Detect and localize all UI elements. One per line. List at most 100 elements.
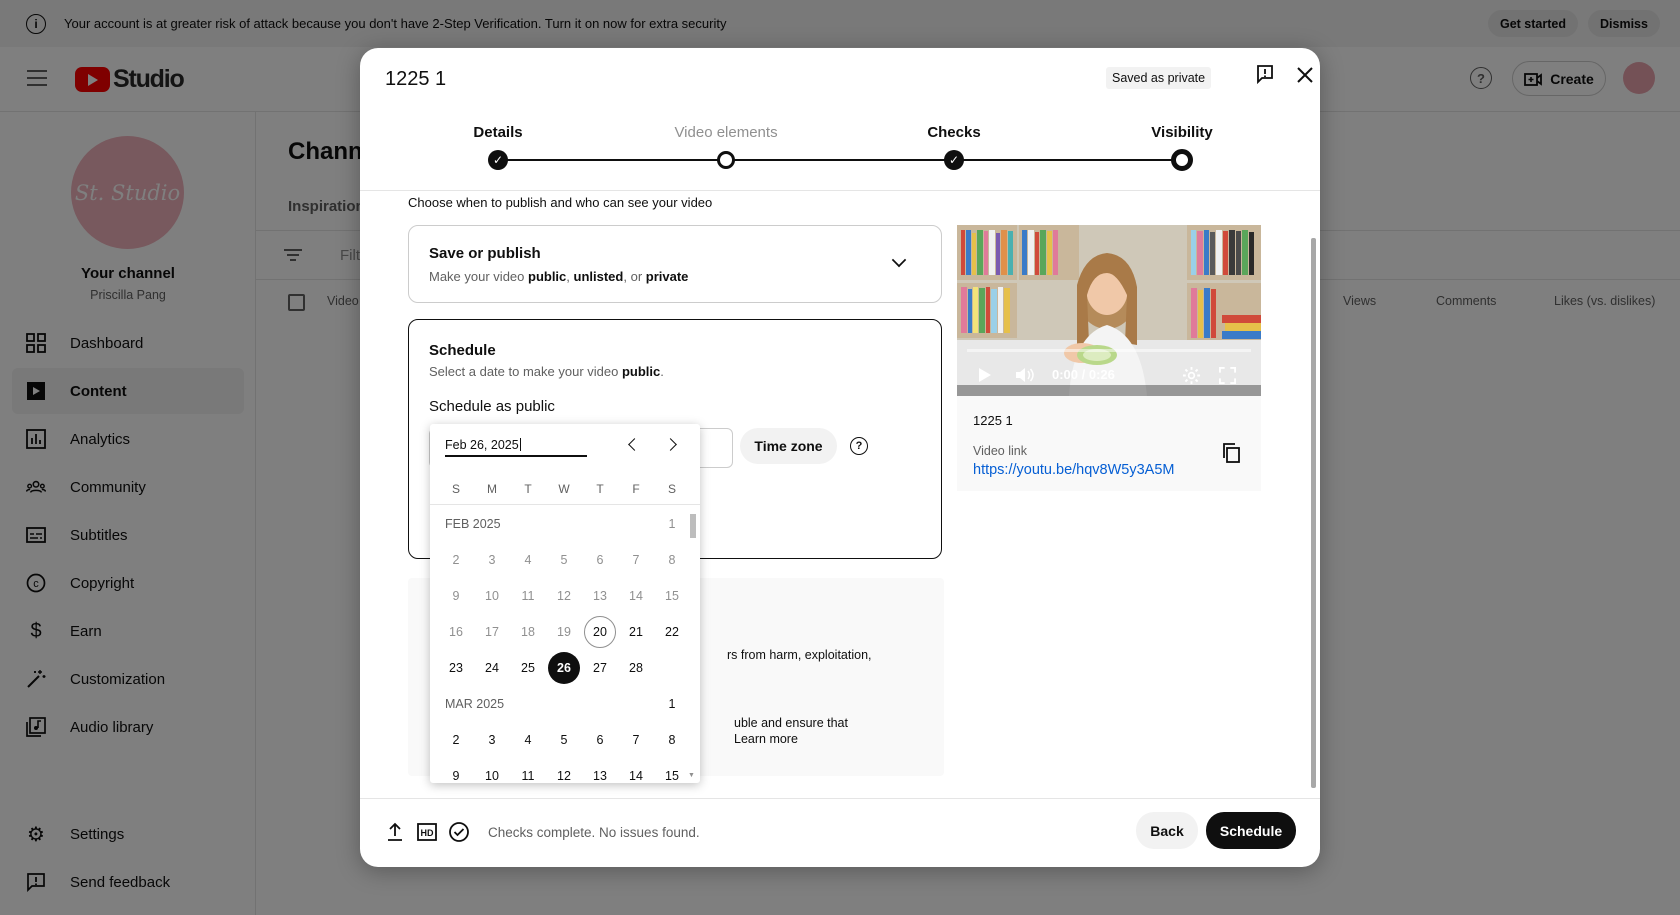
calendar-day[interactable]: 15 xyxy=(656,580,688,612)
play-icon[interactable] xyxy=(977,367,993,383)
notice-line-2: uble and ensure that xyxy=(734,716,848,730)
next-month-icon[interactable] xyxy=(664,438,677,451)
calendar-day[interactable]: 9 xyxy=(440,760,472,783)
video-link[interactable]: https://youtu.be/hqv8W5y3A5M xyxy=(973,462,1175,478)
step-video-elements[interactable]: Video elements xyxy=(674,124,777,141)
calendar-scrollbar[interactable] xyxy=(690,514,696,538)
calendar-day[interactable]: 17 xyxy=(476,616,508,648)
save-or-publish-subtitle: Make your video public, unlisted, or pri… xyxy=(429,269,689,284)
calendar-day[interactable]: 28 xyxy=(620,652,652,684)
calendar-day[interactable]: 4 xyxy=(512,544,544,576)
checks-status: Checks complete. No issues found. xyxy=(488,825,700,840)
calendar-day[interactable]: 1 xyxy=(656,508,688,540)
schedule-heading: Schedule xyxy=(429,342,496,359)
schedule-subtitle: Select a date to make your video public. xyxy=(429,364,664,379)
stepper-track xyxy=(498,159,1182,161)
weekday-label: S xyxy=(451,482,460,496)
calendar-day[interactable]: 18 xyxy=(512,616,544,648)
weekday-label: W xyxy=(558,482,570,496)
step-details-check-icon[interactable]: ✓ xyxy=(488,150,508,170)
notice-line-1: rs from harm, exploitation, xyxy=(727,648,872,662)
schedule-as-public-label: Schedule as public xyxy=(429,398,555,415)
date-input[interactable]: Feb 26, 2025 xyxy=(445,431,587,457)
calendar-day[interactable]: 15 xyxy=(656,760,688,783)
copy-icon[interactable] xyxy=(1222,443,1240,463)
schedule-button[interactable]: Schedule xyxy=(1206,812,1296,849)
close-icon[interactable] xyxy=(1296,66,1314,84)
dialog-footer: HD Checks complete. No issues found. Bac… xyxy=(360,798,1320,867)
calendar-day[interactable]: 12 xyxy=(548,760,580,783)
calendar-day[interactable]: 10 xyxy=(476,760,508,783)
learn-more-link[interactable]: Learn more xyxy=(734,732,798,746)
calendar-day[interactable]: 25 xyxy=(512,652,544,684)
calendar-day[interactable]: 8 xyxy=(656,544,688,576)
calendar-day[interactable]: 8 xyxy=(656,724,688,756)
calendar-day[interactable]: 3 xyxy=(476,544,508,576)
calendar-day[interactable]: 21 xyxy=(620,616,652,648)
save-or-publish-heading: Save or publish xyxy=(429,245,541,262)
time-zone-button[interactable]: Time zone xyxy=(740,428,837,464)
weekday-label: S xyxy=(667,482,676,496)
chevron-down-icon[interactable] xyxy=(891,252,907,268)
calendar-day[interactable]: 24 xyxy=(476,652,508,684)
calendar-day[interactable]: 13 xyxy=(584,760,616,783)
calendar-day[interactable]: 2 xyxy=(440,724,472,756)
hd-icon: HD xyxy=(417,823,437,841)
calendar-day[interactable]: 23 xyxy=(440,652,472,684)
weekday-label: M xyxy=(487,482,497,496)
video-time: 0:00 / 0:26 xyxy=(1052,367,1115,382)
weekday-divider xyxy=(430,504,700,505)
upload-icon xyxy=(388,822,402,841)
calendar-day[interactable]: 11 xyxy=(512,760,544,783)
video-link-label: Video link xyxy=(973,444,1027,458)
calendar-day[interactable]: 5 xyxy=(548,724,580,756)
video-title: 1225 1 xyxy=(973,413,1013,428)
back-button[interactable]: Back xyxy=(1136,812,1198,849)
calendar-day[interactable]: 20 xyxy=(584,616,616,648)
save-or-publish-card[interactable]: Save or publish Make your video public, … xyxy=(408,225,942,303)
calendar-day[interactable]: 2 xyxy=(440,544,472,576)
calendar-day[interactable]: 14 xyxy=(620,580,652,612)
calendar-day[interactable]: 11 xyxy=(512,580,544,612)
calendar-day[interactable]: 7 xyxy=(620,544,652,576)
calendar-day[interactable]: 19 xyxy=(548,616,580,648)
weekday-label: T xyxy=(524,482,532,496)
gear-icon[interactable] xyxy=(1182,366,1201,385)
calendar-day[interactable]: 10 xyxy=(476,580,508,612)
calendar-day[interactable]: 6 xyxy=(584,724,616,756)
report-issue-icon[interactable] xyxy=(1256,65,1274,85)
weekday-label: F xyxy=(632,482,640,496)
calendar-day[interactable]: 13 xyxy=(584,580,616,612)
step-video-elements-dot[interactable] xyxy=(717,151,735,169)
previous-month-icon[interactable] xyxy=(628,438,641,451)
step-visibility-dot[interactable] xyxy=(1171,149,1193,171)
calendar-day[interactable]: 14 xyxy=(620,760,652,783)
calendar-day[interactable]: 4 xyxy=(512,724,544,756)
help-icon[interactable]: ? xyxy=(850,437,868,455)
fullscreen-icon[interactable] xyxy=(1219,367,1236,384)
calendar-day[interactable]: 22 xyxy=(656,616,688,648)
calendar-day[interactable]: 16 xyxy=(440,616,472,648)
calendar-day[interactable]: 12 xyxy=(548,580,580,612)
weekday-label: T xyxy=(596,482,604,496)
upload-stepper: 1225 1 Saved as private Details Video el… xyxy=(360,48,1320,191)
step-details[interactable]: Details xyxy=(473,124,522,141)
calendar-day[interactable]: 6 xyxy=(584,544,616,576)
dialog-scrollbar[interactable] xyxy=(1310,202,1316,788)
calendar-day[interactable]: 26 xyxy=(548,652,580,684)
calendar-day[interactable]: 3 xyxy=(476,724,508,756)
calendar-day[interactable]: 1 xyxy=(656,688,688,720)
step-checks-check-icon[interactable]: ✓ xyxy=(944,150,964,170)
scroll-down-icon[interactable]: ▼ xyxy=(688,772,695,779)
video-preview-card: 0:00 / 0:26 1225 1 Video link https://yo… xyxy=(957,225,1261,491)
step-visibility[interactable]: Visibility xyxy=(1151,124,1212,141)
svg-text:HD: HD xyxy=(421,828,434,838)
calendar-day[interactable]: 27 xyxy=(584,652,616,684)
volume-icon[interactable] xyxy=(1015,367,1035,383)
calendar-day[interactable]: 9 xyxy=(440,580,472,612)
video-player[interactable]: 0:00 / 0:26 xyxy=(957,225,1261,396)
calendar-day[interactable]: 7 xyxy=(620,724,652,756)
dialog-title: 1225 1 xyxy=(385,68,447,90)
calendar-day[interactable]: 5 xyxy=(548,544,580,576)
step-checks[interactable]: Checks xyxy=(927,124,980,141)
